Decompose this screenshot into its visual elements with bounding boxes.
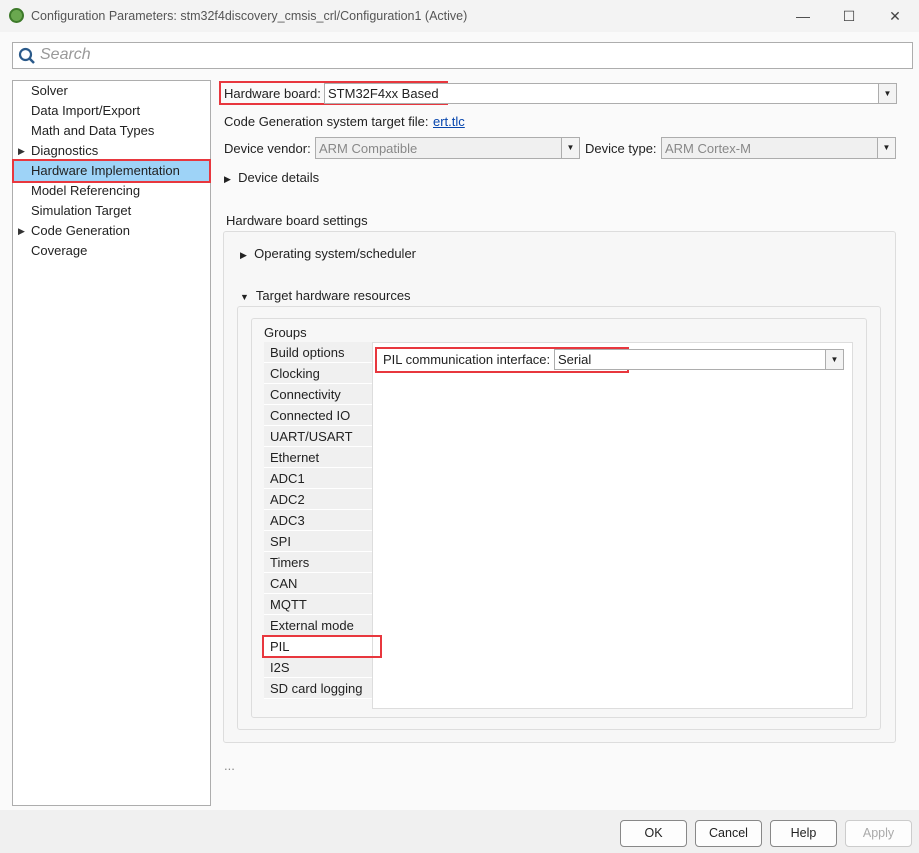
group-item[interactable]: SD card logging xyxy=(264,678,372,699)
group-item[interactable]: Clocking xyxy=(264,363,372,384)
group-item[interactable]: I2S xyxy=(264,657,372,678)
tree-item-label: Solver xyxy=(31,83,68,98)
device-vendor-value: ARM Compatible xyxy=(319,141,418,156)
chevron-down-icon[interactable]: ▼ xyxy=(878,84,896,103)
pil-interface-label: PIL communication interface: xyxy=(383,352,551,367)
target-file-label: Code Generation system target file: xyxy=(224,114,429,129)
help-button[interactable]: Help xyxy=(770,820,837,847)
group-item[interactable]: External mode xyxy=(264,615,372,636)
category-tree: Solver Data Import/Export Math and Data Ty… xyxy=(12,80,211,806)
group-item[interactable]: CAN xyxy=(264,573,372,594)
group-item[interactable]: SPI xyxy=(264,531,372,552)
expand-arrow-icon[interactable]: ▶ xyxy=(18,221,25,241)
device-details-label: Device details xyxy=(238,170,320,185)
device-type-select[interactable]: ARM Cortex-M ▼ xyxy=(661,137,896,159)
pil-interface-select[interactable]: Serial ▼ xyxy=(554,349,844,370)
search-input[interactable]: Search xyxy=(12,42,913,69)
minimize-button[interactable]: — xyxy=(788,4,818,28)
group-item[interactable]: Ethernet xyxy=(264,447,372,468)
ellipsis: ... xyxy=(224,758,235,773)
tree-item-label: Data Import/Export xyxy=(31,103,141,118)
os-scheduler-label: Operating system/scheduler xyxy=(254,246,417,261)
group-content xyxy=(372,342,853,709)
groups-label: Groups xyxy=(264,325,307,340)
pil-interface-value: Serial xyxy=(558,352,592,367)
ok-button[interactable]: OK xyxy=(620,820,687,847)
group-item[interactable]: Connectivity xyxy=(264,384,372,405)
hardware-board-select[interactable]: STM32F4xx Based ▼ xyxy=(324,83,897,104)
app-icon xyxy=(9,8,24,23)
tree-item-label: Hardware Implementation xyxy=(31,163,180,178)
target-resources-label: Target hardware resources xyxy=(255,288,411,303)
hardware-board-value: STM32F4xx Based xyxy=(328,86,439,101)
tree-item[interactable]: Coverage xyxy=(14,241,209,261)
device-type-value: ARM Cortex-M xyxy=(665,141,751,156)
tree-item[interactable]: Simulation Target xyxy=(14,201,209,221)
group-item[interactable]: MQTT xyxy=(264,594,372,615)
highlight-box xyxy=(262,635,382,658)
tree-item-label: Diagnostics xyxy=(31,143,99,158)
maximize-button[interactable]: ☐ xyxy=(834,4,864,28)
tree-item[interactable]: Math and Data Types xyxy=(14,121,209,141)
tree-item[interactable]: ▶ Code Generation xyxy=(14,221,209,241)
group-item[interactable]: ADC3 xyxy=(264,510,372,531)
group-item[interactable]: ADC2 xyxy=(264,489,372,510)
hardware-board-label: Hardware board: xyxy=(224,86,321,101)
group-item[interactable]: Timers xyxy=(264,552,372,573)
search-placeholder: Search xyxy=(40,46,91,63)
device-type-label: Device type: xyxy=(585,141,657,156)
apply-button[interactable]: Apply xyxy=(845,820,912,847)
tree-item[interactable]: Hardware Implementation xyxy=(12,159,211,183)
target-file-link[interactable]: ert.tlc xyxy=(433,114,465,129)
target-resources-toggle[interactable]: ▼ Target hardware resources xyxy=(240,288,411,303)
group-item[interactable]: ADC1 xyxy=(264,468,372,489)
tree-item-label: Math and Data Types xyxy=(31,123,155,138)
cancel-button[interactable]: Cancel xyxy=(695,820,762,847)
board-settings-heading: Hardware board settings xyxy=(226,213,368,228)
window-title: Configuration Parameters: stm32f4discove… xyxy=(31,9,468,23)
tree-item[interactable]: ▶ Diagnostics xyxy=(14,141,209,161)
tree-item[interactable]: Data Import/Export xyxy=(14,101,209,121)
expand-arrow-icon[interactable]: ▶ xyxy=(18,141,25,161)
device-details-toggle[interactable]: ▶ Device details xyxy=(224,170,319,185)
chevron-down-icon[interactable]: ▼ xyxy=(561,138,579,158)
tree-item-label: Coverage xyxy=(31,243,88,258)
tree-item-label: Code Generation xyxy=(31,223,131,238)
chevron-down-icon[interactable]: ▼ xyxy=(825,350,843,369)
group-item[interactable]: UART/USART xyxy=(264,426,372,447)
tree-item[interactable]: Model Referencing xyxy=(14,181,209,201)
group-item[interactable]: Connected IO xyxy=(264,405,372,426)
group-item[interactable]: Build options xyxy=(264,342,372,363)
tree-item-label: Model Referencing xyxy=(31,183,141,198)
tree-item[interactable]: Solver xyxy=(14,81,209,101)
os-scheduler-toggle[interactable]: ▶ Operating system/scheduler xyxy=(240,246,416,261)
title-bar: Configuration Parameters: stm32f4discove… xyxy=(0,0,919,32)
search-icon xyxy=(18,47,35,64)
device-vendor-label: Device vendor: xyxy=(224,141,311,156)
tree-item-label: Simulation Target xyxy=(31,203,132,218)
device-vendor-select[interactable]: ARM Compatible ▼ xyxy=(315,137,580,159)
chevron-down-icon[interactable]: ▼ xyxy=(877,138,895,158)
close-button[interactable]: ✕ xyxy=(880,4,910,28)
